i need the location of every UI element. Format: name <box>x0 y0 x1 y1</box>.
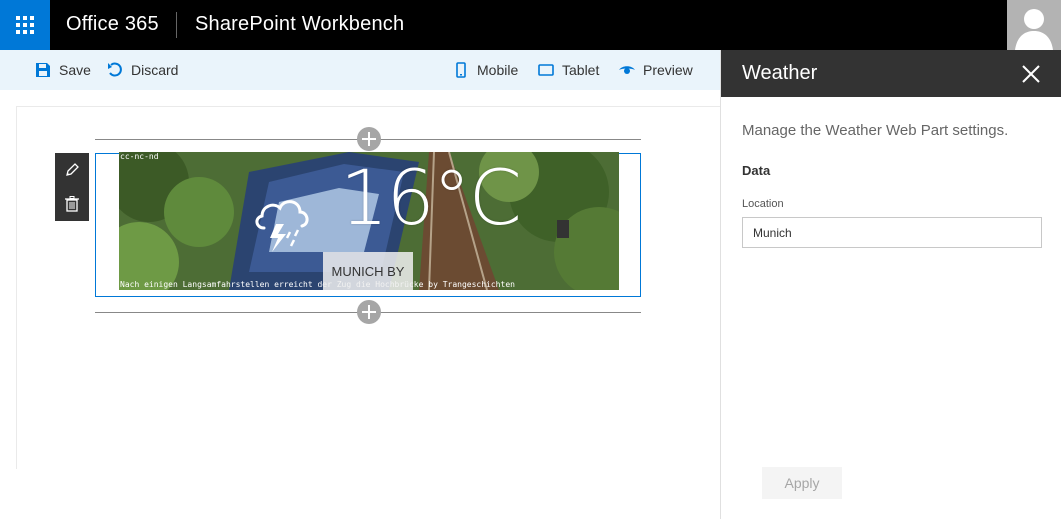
property-pane: Weather Manage the Weather Web Part sett… <box>720 50 1061 519</box>
discard-label: Discard <box>131 62 179 78</box>
photo-license-label: cc-nc-nd <box>120 152 159 161</box>
location-badge: MUNICH BY <box>323 252 413 290</box>
mobile-button[interactable]: Mobile <box>452 50 518 90</box>
tablet-button[interactable]: Tablet <box>537 50 599 90</box>
save-label: Save <box>59 62 91 78</box>
app-launcher-button[interactable] <box>0 0 50 50</box>
tablet-icon <box>537 61 555 79</box>
property-pane-title: Weather <box>742 62 818 84</box>
add-webpart-top-button[interactable] <box>357 127 381 151</box>
avatar[interactable] <box>1007 0 1061 50</box>
webpart-toolbar <box>55 153 89 221</box>
edit-webpart-button[interactable] <box>55 153 89 187</box>
tablet-label: Tablet <box>562 62 600 78</box>
suite-bar: Office 365 SharePoint Workbench <box>0 0 1061 50</box>
mobile-icon <box>452 61 470 79</box>
close-pane-button[interactable] <box>1019 62 1043 86</box>
location-field[interactable] <box>742 217 1042 248</box>
eye-icon <box>618 61 636 79</box>
mobile-label: Mobile <box>477 62 519 78</box>
apply-button[interactable]: Apply <box>762 467 842 499</box>
thunderstorm-icon <box>255 200 309 252</box>
photo-caption: Nach einigen Langsamfahrstellen erreicht… <box>120 280 515 289</box>
user-icon <box>1015 9 1053 50</box>
command-bar: Save Discard Mobile Tablet Preview <box>0 50 720 90</box>
preview-button[interactable]: Preview <box>618 50 693 90</box>
temperature-value: 16°C <box>340 153 522 242</box>
waffle-icon <box>16 16 34 34</box>
preview-label: Preview <box>643 62 693 78</box>
brand-divider <box>176 12 177 38</box>
location-field-label: Location <box>742 198 784 210</box>
pencil-icon <box>66 163 79 176</box>
add-webpart-bottom-button[interactable] <box>357 300 381 324</box>
close-icon <box>1022 65 1040 83</box>
save-icon <box>34 61 52 79</box>
save-button[interactable]: Save <box>34 50 91 90</box>
property-pane-header: Weather <box>721 50 1061 97</box>
delete-webpart-button[interactable] <box>55 187 89 221</box>
trash-icon <box>65 196 79 212</box>
app-title: SharePoint Workbench <box>195 13 405 35</box>
property-pane-description: Manage the Weather Web Part settings. <box>742 122 1009 139</box>
group-heading: Data <box>742 163 771 178</box>
discard-button[interactable]: Discard <box>106 50 178 90</box>
brand-label[interactable]: Office 365 <box>66 13 159 36</box>
undo-icon <box>106 61 124 79</box>
